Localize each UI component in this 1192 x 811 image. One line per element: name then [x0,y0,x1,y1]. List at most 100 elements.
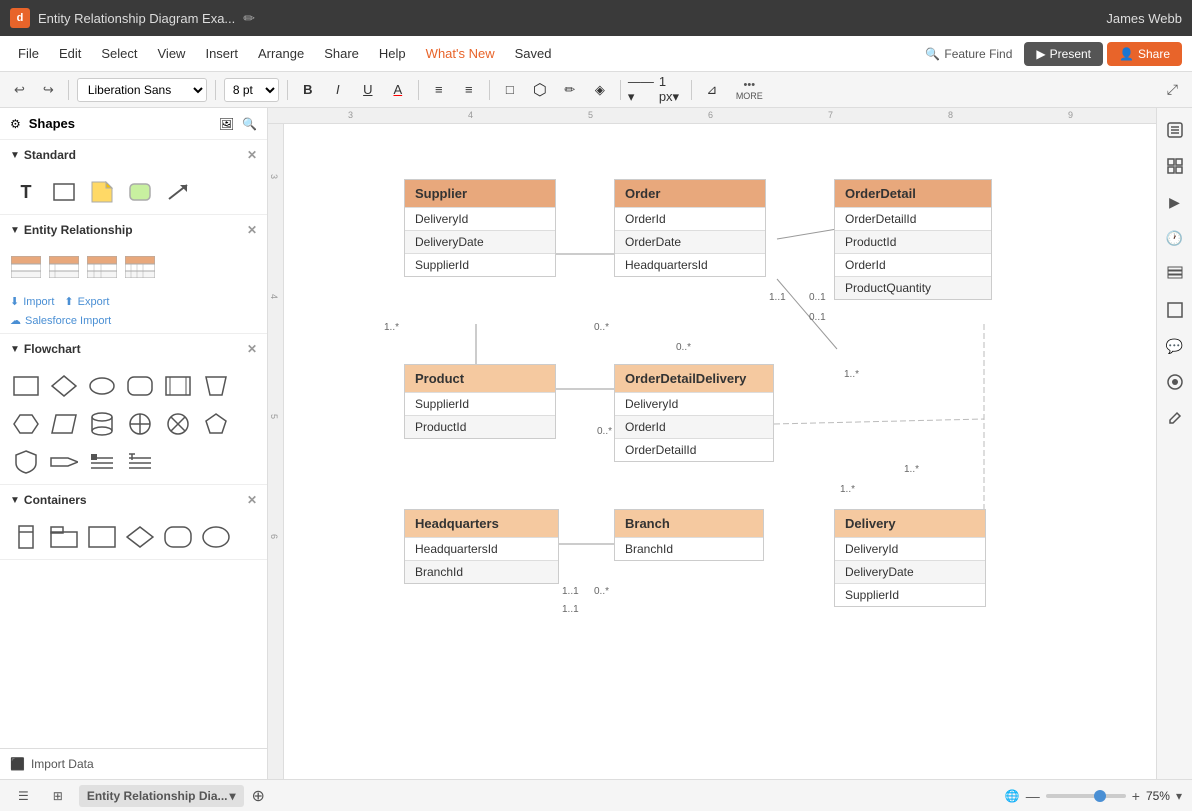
add-page-button[interactable]: ⊕ [252,786,265,806]
font-color-button[interactable]: A [386,78,410,102]
share-button[interactable]: 👤 Share [1107,42,1182,66]
export-button[interactable]: ⬆ Export [64,295,109,308]
line-width-select[interactable]: 1 px▾ [659,78,683,102]
flowchart-close-icon[interactable]: ✕ [247,342,257,356]
er-shape-2[interactable] [48,251,80,283]
headquarters-entity[interactable]: Headquarters HeadquartersId BranchId [404,509,559,584]
er-shape-4[interactable] [124,251,156,283]
arrow-shape[interactable] [162,176,194,208]
italic-button[interactable]: I [326,78,350,102]
align-text-button[interactable]: ≡ [457,78,481,102]
edit-title-icon[interactable]: ✏ [243,10,255,27]
fc-diamond[interactable] [48,370,80,402]
fc-oval[interactable] [86,370,118,402]
grid-panel-button[interactable] [1161,152,1189,180]
fc-list2[interactable] [124,446,156,478]
time-panel-button[interactable]: 🕐 [1161,224,1189,252]
delivery-entity[interactable]: Delivery DeliveryId DeliveryDate Supplie… [834,509,986,607]
waypoint-button[interactable]: ⊿ [700,78,724,102]
image-icon[interactable]: 🖼 [219,117,234,131]
fc-proc[interactable] [162,370,194,402]
import-button[interactable]: ⬇ Import [10,295,54,308]
edit-panel-button[interactable] [1161,404,1189,432]
rect-shape[interactable] [48,176,80,208]
c-ellipse[interactable] [200,521,232,553]
style-panel-button[interactable] [1161,368,1189,396]
fc-arrow-out[interactable] [48,446,80,478]
redo-button[interactable]: ↪ [37,79,60,101]
product-entity[interactable]: Product SupplierId ProductId [404,364,556,439]
flowchart-section-header[interactable]: ▼ Flowchart ✕ [0,334,267,364]
fill-color-button[interactable]: ⬡ [528,78,552,102]
font-family-select[interactable]: Liberation Sans [77,78,207,102]
format-panel-button[interactable] [1161,116,1189,144]
c-diamond[interactable] [124,521,156,553]
fc-cross[interactable] [124,408,156,440]
fc-list1[interactable] [86,446,118,478]
fc-xcircle[interactable] [162,408,194,440]
er-section-header[interactable]: ▼ Entity Relationship ✕ [0,215,267,245]
shape-panel-button[interactable] [1161,296,1189,324]
c-rounded-rect[interactable] [162,521,194,553]
zoom-in-button[interactable]: + [1132,788,1140,804]
salesforce-import-button[interactable]: ☁ Salesforce Import [0,314,267,333]
fc-rect[interactable] [10,370,42,402]
menu-edit[interactable]: Edit [51,42,89,65]
zoom-slider[interactable] [1046,794,1126,798]
er-shape-1[interactable] [10,251,42,283]
fc-rounded[interactable] [124,370,156,402]
fc-cyl[interactable] [86,408,118,440]
tiles-view-button[interactable]: ⊞ [45,785,71,807]
menu-share[interactable]: Share [316,42,367,65]
feature-find-button[interactable]: 🔍 Feature Find [917,43,1020,65]
canvas[interactable]: 1..1 0..1 0..1 1..* 0..* 1..* 1..* 1..1 … [284,124,1156,779]
menu-saved[interactable]: Saved [507,42,560,65]
text-shape[interactable]: T [10,176,42,208]
menu-help[interactable]: Help [371,42,414,65]
containers-section-header[interactable]: ▼ Containers ✕ [0,485,267,515]
c-tabbed[interactable] [48,521,80,553]
page-tab[interactable]: Entity Relationship Dia... ▾ [79,785,244,807]
fc-pent[interactable] [200,408,232,440]
menu-file[interactable]: File [10,42,47,65]
orderdetaildelivery-entity[interactable]: OrderDetailDelivery DeliveryId OrderId O… [614,364,774,462]
present-panel-button[interactable]: ▶ [1161,188,1189,216]
zoom-out-button[interactable]: — [1026,788,1040,804]
line-style-select[interactable]: ——▾ [629,78,653,102]
undo-button[interactable]: ↩ [8,79,31,101]
fc-hex[interactable] [10,408,42,440]
c-bar[interactable] [10,521,42,553]
rounded-rect-shape[interactable] [124,176,156,208]
menu-whats-new[interactable]: What's New [418,42,503,65]
fill-button[interactable]: □ [498,78,522,102]
c-plain[interactable] [86,521,118,553]
style-button[interactable]: ◈ [588,78,612,102]
more-button[interactable]: ••• MORE [730,76,769,104]
search-icon[interactable]: 🔍 [242,117,257,131]
font-size-select[interactable]: 8 pt [224,78,279,102]
expand-button[interactable]: ⤢ [1161,78,1184,101]
note-shape[interactable] [86,176,118,208]
line-color-button[interactable]: ✏ [558,78,582,102]
order-entity[interactable]: Order OrderId OrderDate HeadquartersId [614,179,766,277]
er-close-icon[interactable]: ✕ [247,223,257,237]
standard-section-header[interactable]: ▼ Standard ✕ [0,140,267,170]
import-data-button[interactable]: ⬛ Import Data [0,748,267,779]
fc-para[interactable] [48,408,80,440]
fc-trap[interactable] [200,370,232,402]
menu-arrange[interactable]: Arrange [250,42,312,65]
notes-panel-button[interactable]: 💬 [1161,332,1189,360]
menu-insert[interactable]: Insert [197,42,246,65]
standard-close-icon[interactable]: ✕ [247,148,257,162]
supplier-entity[interactable]: Supplier DeliveryId DeliveryDate Supplie… [404,179,556,277]
bold-button[interactable]: B [296,78,320,102]
grid-view-button[interactable]: ☰ [10,785,37,807]
underline-button[interactable]: U [356,78,380,102]
branch-entity[interactable]: Branch BranchId [614,509,764,561]
layers-panel-button[interactable] [1161,260,1189,288]
orderdetail-entity[interactable]: OrderDetail OrderDetailId ProductId Orde… [834,179,992,300]
containers-close-icon[interactable]: ✕ [247,493,257,507]
zoom-dropdown-arrow[interactable]: ▾ [1176,789,1182,803]
er-shape-3[interactable] [86,251,118,283]
menu-select[interactable]: Select [93,42,145,65]
